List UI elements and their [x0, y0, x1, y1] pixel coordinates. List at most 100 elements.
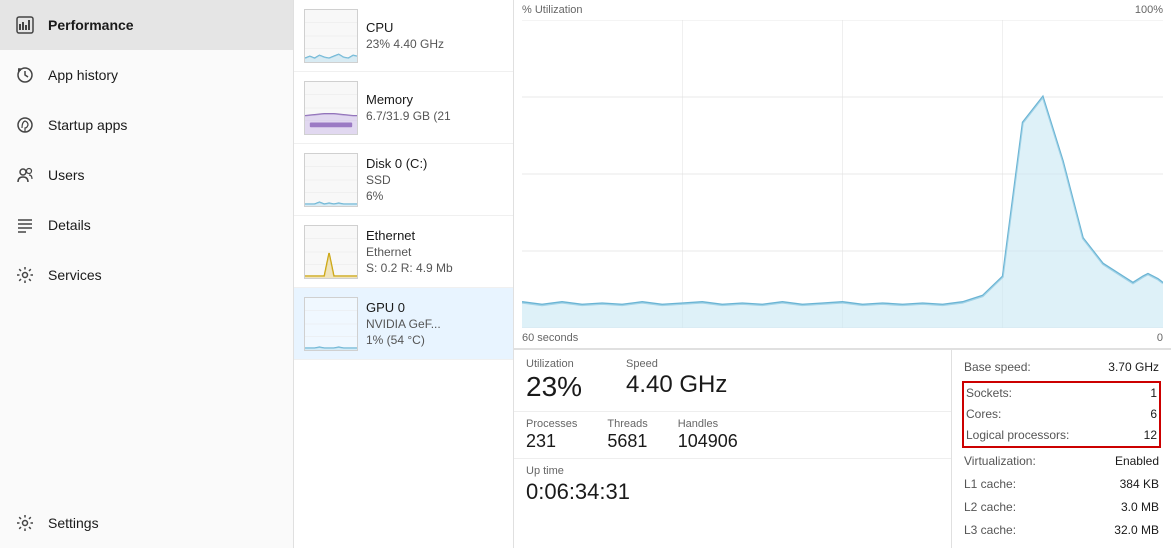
startup-icon — [16, 116, 34, 134]
settings-icon — [16, 514, 34, 532]
disk-sub1: SSD — [366, 173, 503, 187]
virt-label: Virtualization: — [964, 454, 1036, 468]
memory-sub: 6.7/31.9 GB (21 — [366, 109, 503, 123]
utilization-value: 23% — [526, 372, 606, 403]
disk-sub2: 6% — [366, 189, 503, 203]
highlight-group: Sockets: 1 Cores: 6 Logical processors: … — [962, 381, 1161, 448]
sidebar-item-settings[interactable]: Settings — [0, 498, 293, 548]
stat-utilization: Utilization 23% — [526, 358, 626, 403]
sidebar-item-services[interactable]: Services — [0, 250, 293, 300]
virt-value: Enabled — [1115, 454, 1159, 468]
cpu-info-panel: Base speed: 3.70 GHz Sockets: 1 Cores: 6… — [951, 350, 1171, 548]
main-area: CPU 23% 4.40 GHz Memory — [294, 0, 1171, 548]
stat-speed: Speed 4.40 GHz — [626, 358, 747, 403]
processes-label: Processes — [526, 418, 577, 430]
l2-value: 3.0 MB — [1121, 500, 1159, 514]
logical-label: Logical processors: — [966, 428, 1069, 442]
info-l2: L2 cache: 3.0 MB — [964, 496, 1159, 519]
services-icon — [16, 266, 34, 284]
sidebar-item-startup-apps[interactable]: Startup apps — [0, 100, 293, 150]
ethernet-sub2: S: 0.2 R: 4.9 Mb — [366, 261, 503, 275]
memory-name: Memory — [366, 92, 503, 107]
bottom-area: Utilization 23% Speed 4.40 GHz Processes… — [514, 349, 1171, 548]
cpu-thumb — [304, 9, 358, 63]
stats-row1: Utilization 23% Speed 4.40 GHz — [514, 350, 951, 412]
uptime-label: Up time — [526, 465, 939, 477]
ethernet-info: Ethernet Ethernet S: 0.2 R: 4.9 Mb — [366, 228, 503, 275]
chart-svg-area — [522, 20, 1163, 328]
gpu-info: GPU 0 NVIDIA GeF... 1% (54 °C) — [366, 300, 503, 347]
processes-value: 231 — [526, 431, 577, 452]
sidebar-item-users[interactable]: Users — [0, 150, 293, 200]
stat-threads: Threads 5681 — [607, 418, 647, 452]
info-cores: Cores: 6 — [966, 404, 1157, 425]
l3-value: 32.0 MB — [1114, 523, 1159, 537]
cpu-sub: 23% 4.40 GHz — [366, 37, 503, 51]
memory-info: Memory 6.7/31.9 GB (21 — [366, 92, 503, 123]
sockets-value: 1 — [1150, 386, 1157, 400]
threads-value: 5681 — [607, 431, 647, 452]
info-virt: Virtualization: Enabled — [964, 450, 1159, 473]
gauge-icon — [16, 16, 34, 34]
cpu-chart: % Utilization 100% — [514, 0, 1171, 349]
history-icon — [16, 66, 34, 84]
info-sockets: Sockets: 1 — [966, 383, 1157, 404]
cpu-info: CPU 23% 4.40 GHz — [366, 20, 503, 51]
handles-label: Handles — [678, 418, 738, 430]
uptime-area: Up time 0:06:34:31 — [514, 459, 951, 511]
ethernet-sub1: Ethernet — [366, 245, 503, 259]
ethernet-thumb — [304, 225, 358, 279]
stats-left: Utilization 23% Speed 4.40 GHz Processes… — [514, 350, 951, 548]
chart-y-min: 0 — [1157, 332, 1163, 344]
chart-time-label: 60 seconds — [522, 332, 578, 344]
l3-label: L3 cache: — [964, 523, 1016, 537]
base-speed-value: 3.70 GHz — [1108, 360, 1159, 374]
utilization-label: Utilization — [526, 358, 606, 370]
l2-label: L2 cache: — [964, 500, 1016, 514]
sidebar-item-app-history-label: App history — [48, 67, 118, 83]
stat-handles: Handles 104906 — [678, 418, 738, 452]
resource-item-gpu[interactable]: GPU 0 NVIDIA GeF... 1% (54 °C) — [294, 288, 513, 360]
logical-value: 12 — [1144, 428, 1157, 442]
gpu-sub2: 1% (54 °C) — [366, 333, 503, 347]
uptime-value: 0:06:34:31 — [526, 479, 939, 505]
disk-name: Disk 0 (C:) — [366, 156, 503, 171]
disk-thumb — [304, 153, 358, 207]
sidebar-item-users-label: Users — [48, 167, 85, 183]
l1-value: 384 KB — [1120, 477, 1159, 491]
speed-value: 4.40 GHz — [626, 372, 727, 398]
resource-list: CPU 23% 4.40 GHz Memory — [294, 0, 514, 548]
stats-row2: Processes 231 Threads 5681 Handles 10490… — [514, 412, 951, 459]
gpu-name: GPU 0 — [366, 300, 503, 315]
sockets-label: Sockets: — [966, 386, 1012, 400]
resource-item-memory[interactable]: Memory 6.7/31.9 GB (21 — [294, 72, 513, 144]
stat-processes: Processes 231 — [526, 418, 577, 452]
cores-value: 6 — [1150, 407, 1157, 421]
speed-label: Speed — [626, 358, 727, 370]
resource-item-disk[interactable]: Disk 0 (C:) SSD 6% — [294, 144, 513, 216]
cores-label: Cores: — [966, 407, 1001, 421]
info-l3: L3 cache: 32.0 MB — [964, 519, 1159, 542]
resource-item-ethernet[interactable]: Ethernet Ethernet S: 0.2 R: 4.9 Mb — [294, 216, 513, 288]
details-icon — [16, 216, 34, 234]
disk-info: Disk 0 (C:) SSD 6% — [366, 156, 503, 203]
info-base-speed: Base speed: 3.70 GHz — [964, 356, 1159, 379]
sidebar-item-performance[interactable]: Performance — [0, 0, 293, 50]
sidebar-item-details[interactable]: Details — [0, 200, 293, 250]
sidebar-item-services-label: Services — [48, 267, 102, 283]
info-l1: L1 cache: 384 KB — [964, 473, 1159, 496]
resource-item-cpu[interactable]: CPU 23% 4.40 GHz — [294, 0, 513, 72]
base-speed-label: Base speed: — [964, 360, 1031, 374]
sidebar-item-settings-label: Settings — [48, 515, 99, 531]
memory-thumb — [304, 81, 358, 135]
sidebar-item-app-history[interactable]: App history — [0, 50, 293, 100]
gpu-thumb — [304, 297, 358, 351]
cpu-name: CPU — [366, 20, 503, 35]
sidebar-item-details-label: Details — [48, 217, 91, 233]
chart-y-label: % Utilization — [522, 4, 583, 16]
users-icon — [16, 166, 34, 184]
gpu-sub1: NVIDIA GeF... — [366, 317, 503, 331]
sidebar-item-startup-label: Startup apps — [48, 117, 127, 133]
l1-label: L1 cache: — [964, 477, 1016, 491]
sidebar-item-performance-label: Performance — [48, 17, 134, 33]
